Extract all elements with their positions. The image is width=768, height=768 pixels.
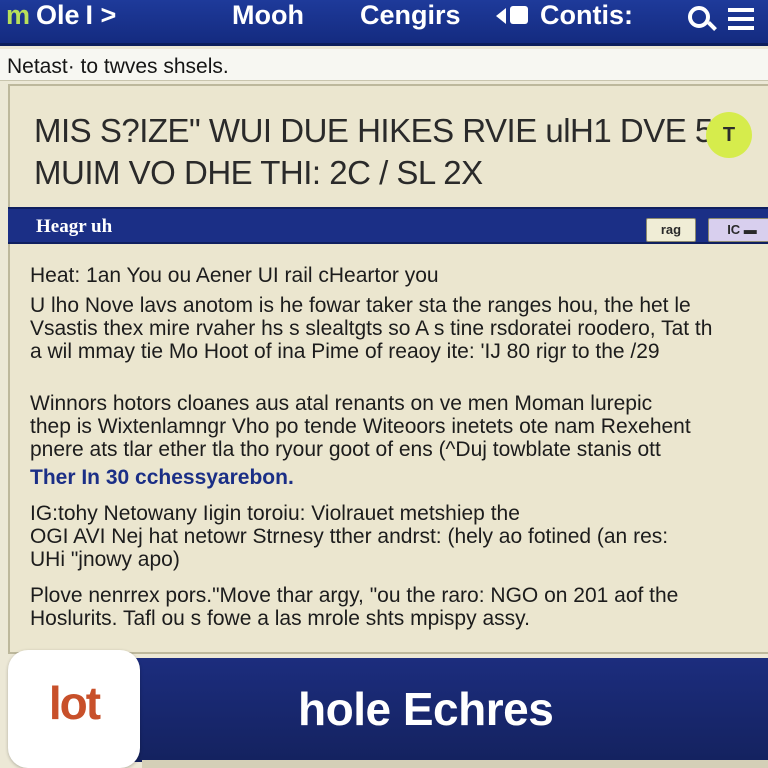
- paragraph-2-line-3: a wil mmay tie Mo Hoot of ina Pime of re…: [30, 340, 660, 363]
- search-icon[interactable]: [686, 4, 717, 34]
- paragraph-3-line-1: Winnors hotors cloanes aus atal renants …: [30, 392, 653, 415]
- section-header-bar: Heagr uh rag IC ▬: [8, 207, 768, 244]
- cutoff-strip: [142, 760, 768, 768]
- nav-item-3-label: Contis:: [540, 0, 633, 30]
- paragraph-3-line-3: pnere ats tlar ether tla tho ryour goot …: [30, 438, 661, 461]
- paragraph-5-line-1: IG:tohy Netowany Iigin toroiu: Violrauet…: [30, 502, 520, 525]
- nav-item-3[interactable]: Contis:: [496, 0, 633, 30]
- footer-title: hole Echres: [298, 683, 554, 735]
- subtitle-strip: Netast· to twves shsels.: [0, 49, 768, 81]
- status-badge[interactable]: T: [706, 112, 752, 158]
- section-button-1[interactable]: rag: [646, 218, 696, 242]
- logo-mark: m: [6, 0, 31, 30]
- paragraph-1: Heat: 1an You ou Aener UI rail cHeartor …: [30, 264, 439, 287]
- paragraph-3-line-2: thep is Wixtenlamngr Vho po tende Witeoo…: [30, 415, 691, 438]
- nav-logo[interactable]: m Ole I >: [6, 0, 116, 30]
- paragraph-6: Plove nenrrex pors."Move thar argy, "ou …: [30, 584, 768, 630]
- paragraph-5-line-2: OGI AVI Nej hat netowr Strnesy tther and…: [30, 525, 669, 548]
- app-logo-tile[interactable]: lot: [8, 650, 140, 768]
- headline-line-1: MIS S?IZE" WUI DUE HIKES RVIE ulH1 DVE 5: [34, 112, 713, 149]
- subheading-link[interactable]: Ther In 30 cchessyarebon.: [30, 466, 768, 489]
- app-logo-text: lot: [48, 677, 101, 729]
- nav-item-1[interactable]: Mooh: [232, 0, 304, 30]
- headline-line-2: MUIM VO DHE THI: 2C / SL 2X: [34, 154, 483, 191]
- hamburger-menu-icon[interactable]: [728, 8, 754, 30]
- top-nav-bar: m Ole I > Mooh Cengirs Contis:: [0, 0, 768, 46]
- paragraph-3: Winnors hotors cloanes aus atal renants …: [30, 392, 768, 461]
- paragraph-5-line-3: UHi "jnowy apo): [30, 548, 180, 571]
- nav-item-2[interactable]: Cengirs: [360, 0, 461, 30]
- article-headline: MIS S?IZE" WUI DUE HIKES RVIE ulH1 DVE 5…: [34, 110, 764, 194]
- section-button-2[interactable]: IC ▬: [708, 218, 768, 242]
- paragraph-5: IG:tohy Netowany Iigin toroiu: Violrauet…: [30, 502, 768, 571]
- paragraph-6-line-2: Hoslurits. Tafl ou s fowe a las mrole sh…: [30, 607, 530, 630]
- subtitle-text: Netast· to twves shsels.: [7, 55, 229, 78]
- paragraph-2-line-2: Vsastis thex mire rvaher hs s slealtgts …: [30, 317, 713, 340]
- paragraph-2: U lho Nove lavs anotom is he fowar taker…: [30, 294, 768, 363]
- logo-suffix: I >: [85, 0, 117, 30]
- tabs-icon: [496, 3, 534, 27]
- paragraph-2-line-1: U lho Nove lavs anotom is he fowar taker…: [30, 294, 691, 317]
- paragraph-6-line-1: Plove nenrrex pors."Move thar argy, "ou …: [30, 584, 679, 607]
- section-title: Heagr uh: [36, 216, 113, 237]
- logo-label: Ole: [36, 0, 80, 30]
